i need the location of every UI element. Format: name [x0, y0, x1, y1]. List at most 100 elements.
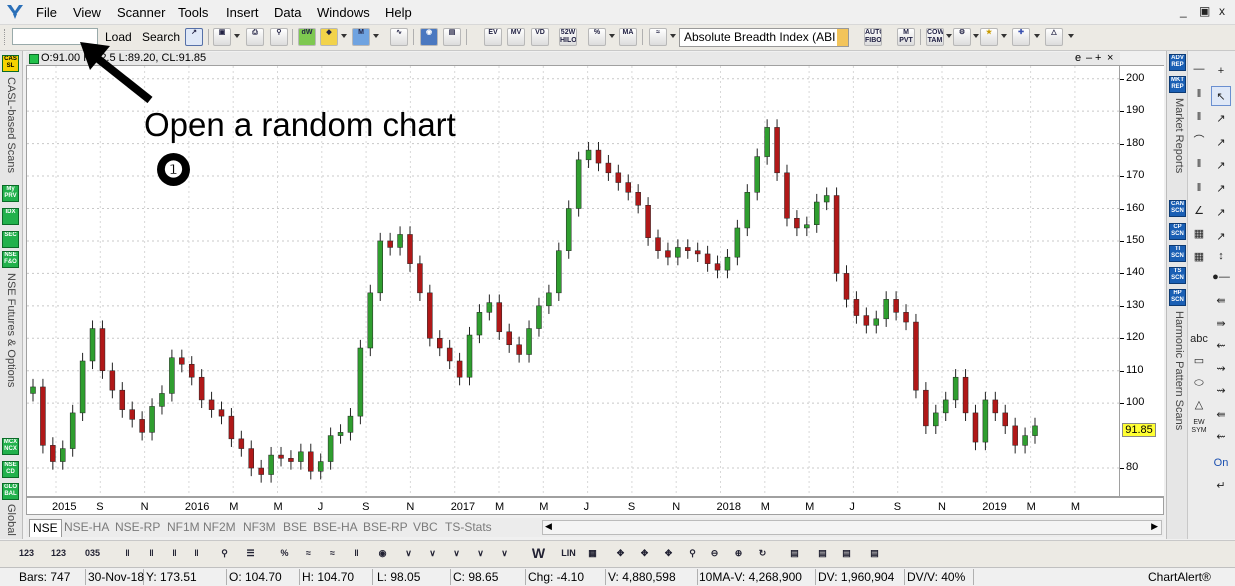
page-3-icon[interactable]: ▤ — [838, 545, 855, 562]
candle-body[interactable] — [69, 412, 76, 449]
chart-close-button[interactable]: × — [1107, 52, 1113, 64]
candle-body[interactable] — [466, 334, 473, 378]
chart-minimize-button[interactable]: – — [1086, 52, 1092, 64]
can-scn-badge[interactable]: CAN SCN — [1169, 200, 1186, 217]
nse-fo-badge[interactable]: NSE F&O — [2, 251, 19, 268]
candle-body[interactable] — [60, 448, 66, 462]
expand-icon[interactable]: ✥ — [636, 545, 653, 562]
refresh-icon[interactable]: ↻ — [754, 545, 771, 562]
mpvt-icon[interactable]: M PVT — [897, 28, 915, 46]
m-icon[interactable]: M — [352, 28, 370, 46]
candle-body[interactable] — [675, 247, 681, 258]
candle-body[interactable] — [288, 458, 294, 462]
adv-rep-badge[interactable]: ADV REP — [1169, 54, 1186, 71]
candle-body[interactable] — [377, 240, 383, 294]
candle-body[interactable] — [446, 347, 453, 362]
candle-body[interactable] — [278, 454, 284, 459]
candle-body[interactable] — [972, 412, 979, 443]
save-dropdown-icon[interactable] — [234, 34, 240, 38]
candle-body[interactable] — [347, 415, 354, 433]
arrow-right-icon[interactable]: ⇛ — [1211, 314, 1231, 334]
candle-body[interactable] — [50, 445, 56, 462]
sec-badge[interactable]: SEC — [2, 231, 19, 248]
auto-fibo-icon[interactable]: AUTO FIBO — [864, 28, 882, 46]
idx-badge[interactable]: IDX — [2, 208, 19, 225]
candle-body[interactable] — [903, 312, 909, 323]
zoom-in-icon[interactable]: ⊕ — [730, 545, 747, 562]
percent-dropdown-icon[interactable] — [609, 34, 615, 38]
candle-body[interactable] — [794, 217, 800, 229]
new-chart-icon[interactable]: ◉ — [420, 28, 438, 46]
global-label[interactable]: Global — [5, 504, 17, 536]
percent-tool-icon[interactable]: % — [276, 545, 293, 562]
pattern-4-icon[interactable]: ∨ — [472, 545, 489, 562]
scroll-left-icon[interactable]: ◀ — [545, 521, 552, 532]
candle-body[interactable] — [883, 299, 889, 320]
candle-body[interactable] — [198, 376, 205, 401]
menu-file[interactable]: File — [36, 5, 57, 20]
cursor-tool-icon[interactable]: ↗ — [185, 28, 203, 46]
candle-body[interactable] — [337, 432, 344, 436]
candle-body[interactable] — [724, 256, 731, 271]
candle-body[interactable] — [575, 159, 582, 209]
candle-body[interactable] — [248, 448, 255, 469]
candle-body[interactable] — [714, 263, 721, 271]
candle-body[interactable] — [79, 360, 86, 414]
candle-body[interactable] — [298, 451, 304, 462]
vertical-lines-icon[interactable]: ‖ — [1189, 84, 1209, 104]
indicator-dropdown-icon[interactable] — [670, 34, 676, 38]
pattern-2-icon[interactable]: ∨ — [424, 545, 441, 562]
candle-body[interactable] — [655, 237, 661, 251]
candle-body[interactable] — [784, 172, 790, 219]
m-dropdown-icon[interactable] — [373, 34, 379, 38]
candle-body[interactable] — [734, 227, 741, 258]
arrow-up-2-icon[interactable]: ⇜ — [1211, 427, 1231, 447]
candle-body[interactable] — [129, 409, 135, 420]
tab-bse-ha[interactable]: BSE-HA — [310, 519, 361, 536]
candle-body[interactable] — [585, 149, 592, 161]
sl-line-2-icon[interactable]: ↗ — [1211, 156, 1231, 176]
tab-nse-rp[interactable]: NSE-RP — [112, 519, 163, 536]
scroll-right-icon[interactable]: ▶ — [1151, 521, 1158, 532]
rectangle-icon[interactable]: ▭ — [1189, 351, 1209, 371]
date-axis[interactable]: 2015 S N 2016 M M J S N 2017 M M J S N 2018 M M J S N 2019 M M — [26, 497, 1164, 515]
toolbar-grip[interactable] — [4, 29, 8, 45]
ti-scn-badge[interactable]: TI SCN — [1169, 245, 1186, 262]
page-2-icon[interactable]: ▤ — [814, 545, 831, 562]
menu-data[interactable]: Data — [274, 5, 301, 20]
diamond-dropdown-icon[interactable] — [341, 34, 347, 38]
trend-lines-icon[interactable]: ✚ — [1012, 28, 1030, 46]
tab-nse-ha[interactable]: NSE-HA — [61, 519, 112, 536]
ts-scn-badge[interactable]: TS SCN — [1169, 267, 1186, 284]
candle-body[interactable] — [179, 357, 185, 365]
layout-icon[interactable]: ▤ — [443, 28, 461, 46]
star-icon[interactable]: ★ — [980, 28, 998, 46]
candle-body[interactable] — [774, 127, 780, 174]
candle-body[interactable] — [694, 250, 701, 255]
bars-icon[interactable]: ‖ — [119, 545, 136, 562]
candle-body[interactable] — [833, 195, 840, 274]
candle-body[interactable] — [913, 321, 919, 391]
candle-body[interactable] — [933, 412, 939, 427]
page-icon[interactable]: ▤ — [786, 545, 803, 562]
ellipse-icon[interactable]: ⬭ — [1189, 373, 1209, 393]
arrow-right-2-icon[interactable]: ⇝ — [1211, 381, 1231, 401]
casl-scans-label[interactable]: CASL-based Scans — [5, 77, 17, 173]
segment-icon[interactable]: ●— — [1211, 267, 1231, 287]
channel-icon[interactable]: ↗ — [1211, 227, 1231, 247]
candle-body[interactable] — [159, 393, 165, 407]
sl-line-icon[interactable]: ↗ — [1211, 133, 1231, 153]
candle-body[interactable] — [268, 454, 274, 475]
columns-2-icon[interactable]: ‖ — [1189, 178, 1209, 198]
candle-body[interactable] — [99, 328, 106, 371]
pattern-3-icon[interactable]: ∨ — [448, 545, 465, 562]
cow-tam-icon[interactable]: COW TAM — [926, 28, 944, 46]
candle-body[interactable] — [407, 234, 413, 264]
list-icon[interactable]: ☰ — [242, 545, 259, 562]
candle-body[interactable] — [427, 292, 433, 339]
global-badge[interactable]: GLO BAL — [2, 483, 19, 500]
candle-body[interactable] — [109, 370, 116, 391]
candle-body[interactable] — [516, 344, 522, 355]
w-pattern-icon[interactable]: W — [530, 545, 547, 562]
candle-body[interactable] — [962, 376, 969, 414]
